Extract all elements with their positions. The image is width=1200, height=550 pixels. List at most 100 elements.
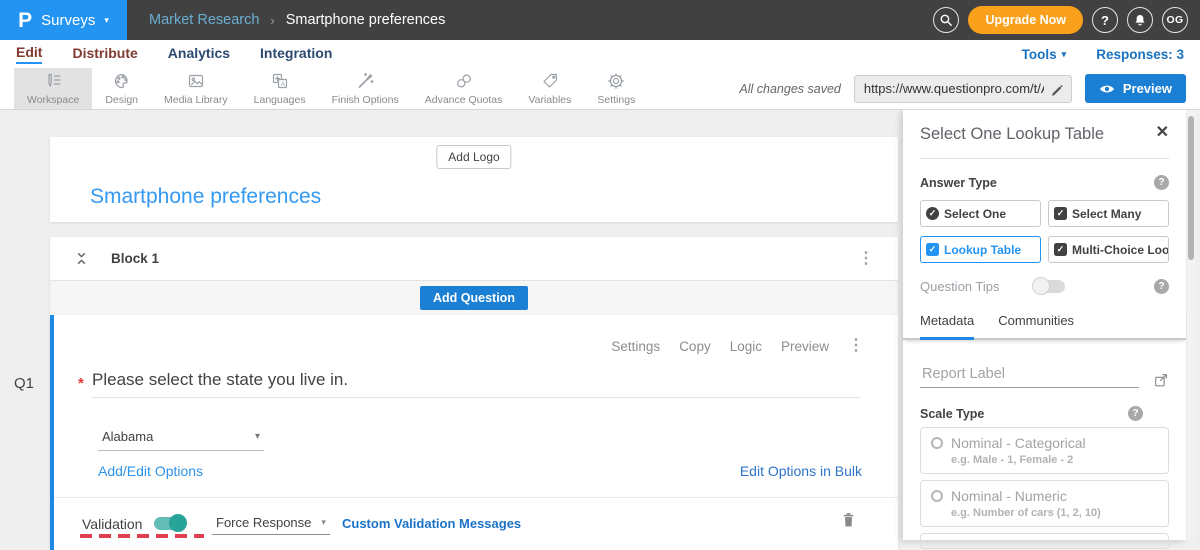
dropdown-underline [98, 450, 264, 451]
block-title[interactable]: Block 1 [111, 251, 159, 266]
question-menu-button[interactable]: ⋮ [848, 338, 864, 354]
svg-text:A: A [280, 81, 285, 88]
toolbar-item-settings[interactable]: Settings [584, 68, 648, 109]
block-card: Block 1 ⋮ Add Question [50, 237, 898, 315]
question-actions: Settings Copy Logic Preview ⋮ [611, 338, 864, 354]
upgrade-now-button[interactable]: Upgrade Now [968, 6, 1083, 34]
question-settings-button[interactable]: Settings [611, 339, 660, 354]
survey-url-input[interactable] [862, 80, 1046, 97]
caret-down-icon: ▾ [255, 431, 260, 442]
survey-url-box [854, 75, 1072, 103]
question-tips-toggle[interactable] [1034, 280, 1065, 293]
breadcrumb-folder[interactable]: Market Research [149, 12, 259, 28]
question-tips-help-button[interactable]: ? [1154, 279, 1169, 294]
answer-type-select-many[interactable]: ✓ Select Many [1048, 200, 1169, 227]
tools-menu-label: Tools [1022, 47, 1057, 62]
toolbar-item-advance-quotas[interactable]: Advance Quotas [412, 68, 516, 109]
scale-type-help-button[interactable]: ? [1128, 406, 1143, 421]
design-palette-icon [112, 71, 132, 91]
question-preview-button[interactable]: Preview [781, 339, 829, 354]
collapse-block-button[interactable] [74, 250, 89, 267]
scale-type-label: Scale Type [920, 407, 984, 421]
add-edit-options-link[interactable]: Add/Edit Options [98, 463, 203, 479]
question-logic-button[interactable]: Logic [730, 339, 762, 354]
search-button[interactable] [933, 7, 959, 33]
validation-type-dropdown[interactable]: Force Response ▾ [212, 515, 330, 535]
toolbar-item-label: Settings [597, 94, 635, 106]
surveys-menu[interactable]: P Surveys ▾ [0, 0, 127, 40]
toolbar-item-workspace[interactable]: Workspace [14, 68, 92, 109]
external-link-icon[interactable] [1153, 372, 1169, 388]
block-menu-button[interactable]: ⋮ [858, 251, 874, 267]
top-bar: P Surveys ▾ Market Research › Smartphone… [0, 0, 1200, 40]
tab-integration[interactable]: Integration [260, 45, 332, 63]
close-panel-button[interactable]: ✕ [1156, 124, 1169, 142]
answer-dropdown[interactable]: Alabama ▾ [98, 427, 264, 451]
question-text[interactable]: Please select the state you live in. [92, 370, 348, 390]
answer-type-multi-choice-lookup[interactable]: ✓ Multi-Choice Lookup [1048, 236, 1169, 263]
panel-title: Select One Lookup Table [920, 124, 1104, 144]
tab-distribute[interactable]: Distribute [72, 45, 137, 63]
answer-type-help-button[interactable]: ? [1154, 175, 1169, 190]
survey-header-card: Add Logo Smartphone preferences [50, 137, 898, 222]
survey-title[interactable]: Smartphone preferences [90, 185, 321, 209]
toolbar-item-label: Variables [528, 94, 571, 106]
scale-type-option-nominal-categorical[interactable]: Nominal - Categorical e.g. Male - 1, Fem… [920, 427, 1169, 474]
tools-menu[interactable]: Tools ▾ [1022, 47, 1067, 62]
tab-metadata[interactable]: Metadata [920, 313, 974, 340]
notifications-button[interactable] [1127, 7, 1153, 33]
responses-link[interactable]: Responses: 3 [1096, 47, 1184, 62]
account-avatar[interactable]: OG [1162, 7, 1188, 33]
toolbar-item-label: Workspace [27, 94, 79, 106]
toolbar-item-label: Advance Quotas [425, 94, 503, 106]
toolbar-item-finish-options[interactable]: Finish Options [319, 68, 412, 109]
add-logo-button[interactable]: Add Logo [436, 145, 511, 169]
tab-analytics[interactable]: Analytics [168, 45, 230, 63]
scale-option-example: e.g. Number of cars (1, 2, 10) [951, 507, 1158, 519]
custom-validation-messages-link[interactable]: Custom Validation Messages [342, 516, 521, 531]
question-tips-label: Question Tips [920, 279, 1000, 294]
image-icon [186, 71, 206, 91]
panel-scrollbar-thumb[interactable] [1188, 116, 1194, 260]
toggle-knob [169, 514, 187, 532]
answer-type-grid: ✓ Select One ✓ Select Many ✓ Lookup Tabl… [920, 200, 1169, 263]
required-asterisk: * [78, 375, 84, 392]
answer-type-lookup-table[interactable]: ✓ Lookup Table [920, 236, 1041, 263]
question-text-underline [92, 397, 860, 398]
toolbar-item-label: Media Library [164, 94, 228, 106]
gear-icon [606, 71, 626, 91]
answer-type-label-text: Lookup Table [944, 243, 1021, 257]
scale-type-option-nominal-numeric[interactable]: Nominal - Numeric e.g. Number of cars (1… [920, 480, 1169, 527]
toolbar-item-languages[interactable]: A Languages [241, 68, 319, 109]
question-card: Settings Copy Logic Preview ⋮ * Please s… [50, 315, 898, 550]
toolbar-item-variables[interactable]: Variables [515, 68, 584, 109]
tab-communities[interactable]: Communities [998, 313, 1074, 338]
questionpro-logo-icon: P [18, 10, 32, 31]
delete-question-button[interactable] [841, 511, 856, 528]
toolbar-item-design[interactable]: Design [92, 68, 151, 109]
help-button[interactable]: ? [1092, 7, 1118, 33]
breadcrumb-survey-name: Smartphone preferences [286, 12, 446, 28]
preview-button-label: Preview [1123, 81, 1172, 96]
caret-down-icon: ▾ [321, 517, 326, 528]
panel-divider [920, 158, 1169, 159]
question-settings-panel: Select One Lookup Table ✕ Answer Type ? … [903, 110, 1186, 540]
validation-toggle[interactable] [154, 517, 185, 530]
breadcrumb: Market Research › Smartphone preferences [149, 12, 445, 28]
question-copy-button[interactable]: Copy [679, 339, 711, 354]
tab-edit[interactable]: Edit [16, 44, 42, 64]
report-label-input[interactable] [920, 366, 1139, 388]
answer-type-select-one[interactable]: ✓ Select One [920, 200, 1041, 227]
scale-type-option-partial[interactable] [920, 533, 1169, 549]
answer-type-label-text: Select Many [1072, 207, 1141, 221]
edit-options-in-bulk-link[interactable]: Edit Options in Bulk [740, 463, 862, 479]
validation-label: Validation [82, 516, 142, 532]
toolbar-item-media-library[interactable]: Media Library [151, 68, 241, 109]
panel-tabs: Metadata Communities [903, 307, 1186, 340]
surveys-menu-label: Surveys [41, 12, 95, 29]
edit-pencil-icon[interactable] [1050, 82, 1064, 96]
editor-toolbar: Workspace Design Media Library A Languag… [0, 68, 1200, 110]
preview-button[interactable]: Preview [1085, 74, 1186, 103]
add-question-button[interactable]: Add Question [420, 286, 528, 310]
answer-type-label: Answer Type [920, 176, 997, 190]
